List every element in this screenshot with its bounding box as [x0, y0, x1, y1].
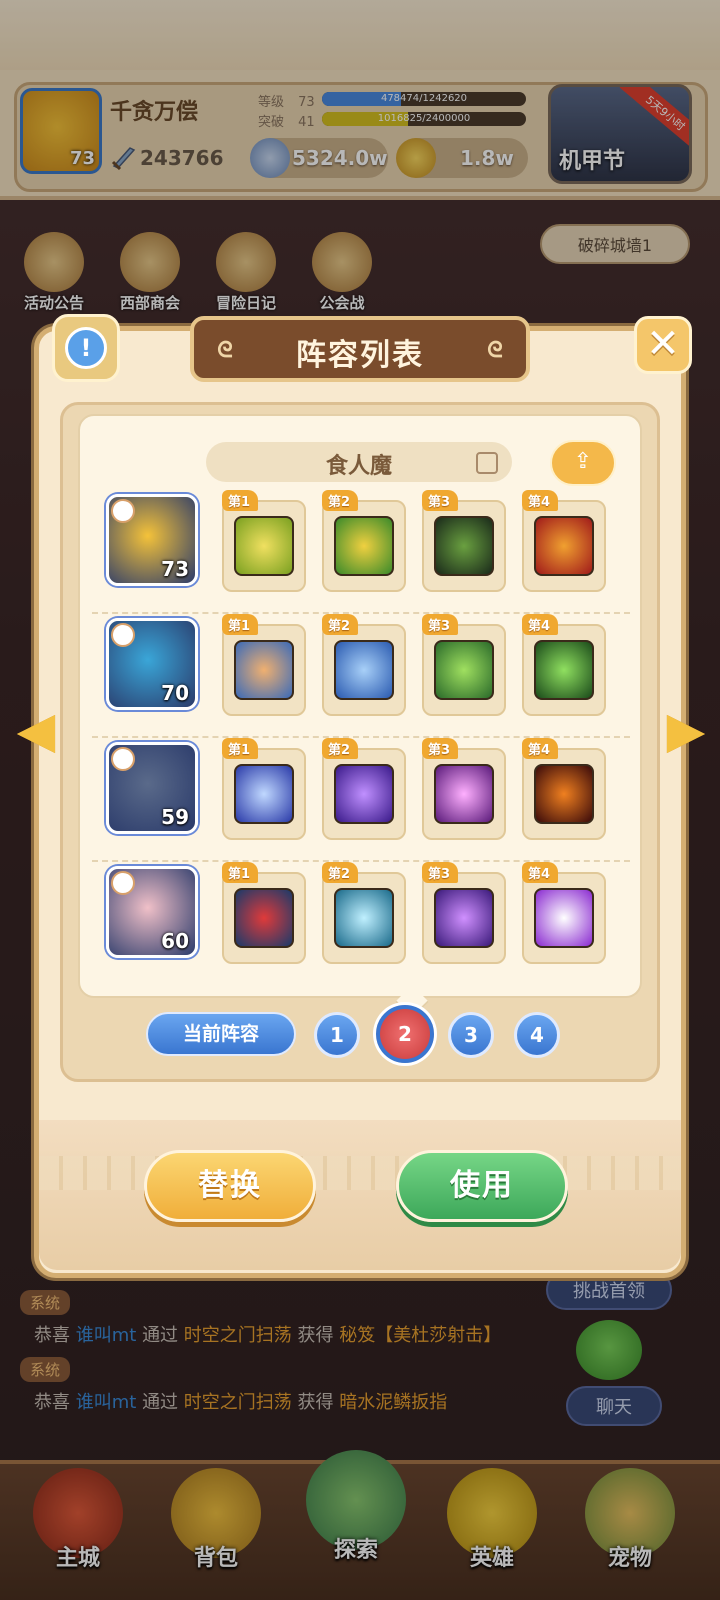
- team-page-4[interactable]: 4: [514, 1012, 560, 1058]
- skill-slot[interactable]: 第2: [322, 614, 406, 716]
- skill-slot[interactable]: 第4: [522, 614, 606, 716]
- team-name: 食人魔: [325, 454, 392, 479]
- dialog-title: 阵容列表: [296, 338, 424, 373]
- skill-slot[interactable]: 第4: [522, 490, 606, 592]
- hero-portrait[interactable]: 70: [106, 618, 198, 710]
- slot-tag: 第1: [222, 738, 259, 759]
- prev-arrow-icon[interactable]: ◀: [14, 700, 58, 760]
- team-row: 60 第1 第2 第3 第4: [92, 862, 630, 982]
- slot-tag: 第4: [522, 738, 559, 759]
- mask-skill-icon: [234, 888, 294, 948]
- beast-skill-icon: [434, 640, 494, 700]
- slot-tag: 第2: [322, 738, 359, 759]
- skill-slot[interactable]: 第2: [322, 738, 406, 840]
- element-badge-icon: [111, 871, 135, 895]
- star-shield-skill-icon: [334, 516, 394, 576]
- slot-tag: 第2: [322, 614, 359, 635]
- slot-tag: 第1: [222, 614, 259, 635]
- hero-portrait[interactable]: 73: [106, 494, 198, 586]
- current-team-button[interactable]: 当前阵容: [146, 1012, 296, 1056]
- slot-tag: 第4: [522, 862, 559, 883]
- skill-slot[interactable]: 第4: [522, 738, 606, 840]
- arcane-rain-skill-icon: [334, 764, 394, 824]
- hero-portrait[interactable]: 59: [106, 742, 198, 834]
- slot-tag: 第4: [522, 614, 559, 635]
- team-page-2[interactable]: 2: [376, 1005, 434, 1063]
- skill-slot[interactable]: 第2: [322, 862, 406, 964]
- skill-slot[interactable]: 第3: [422, 862, 506, 964]
- slot-tag: 第3: [422, 862, 459, 883]
- footer-pattern: [39, 1156, 681, 1190]
- exclamation-icon: !: [65, 327, 107, 369]
- hero-level: 73: [161, 557, 189, 581]
- slot-tag: 第1: [222, 490, 259, 511]
- slot-tag: 第3: [422, 614, 459, 635]
- team-page-1[interactable]: 1: [314, 1012, 360, 1058]
- skill-slot[interactable]: 第3: [422, 490, 506, 592]
- dialog-title-plate: ᘓ 阵容列表 ᘓ: [190, 316, 530, 382]
- curl-right-icon: ᘓ: [487, 338, 503, 363]
- rage-skill-icon: [534, 516, 594, 576]
- share-button[interactable]: ⇪: [550, 440, 616, 486]
- vortex-skill-icon: [434, 888, 494, 948]
- slot-tag: 第1: [222, 862, 259, 883]
- slot-tag: 第3: [422, 490, 459, 511]
- shield-skill-icon: [234, 516, 294, 576]
- skill-slot[interactable]: 第1: [222, 490, 306, 592]
- team-row: 70 第1 第2 第3 第4: [92, 614, 630, 738]
- green-spear-skill-icon: [534, 640, 594, 700]
- dialog-footer: [39, 1120, 681, 1270]
- team-page-3[interactable]: 3: [448, 1012, 494, 1058]
- star-burst-skill-icon: [534, 888, 594, 948]
- team-name-plate[interactable]: 食人魔: [206, 442, 512, 482]
- skill-slot[interactable]: 第3: [422, 614, 506, 716]
- lion-skill-icon: [234, 640, 294, 700]
- paw-skill-icon: [534, 764, 594, 824]
- team-row: 73 第1 第2 第3 第4: [92, 490, 630, 614]
- slot-tag: 第2: [322, 490, 359, 511]
- ice-shard-skill-icon: [234, 764, 294, 824]
- void-burst-skill-icon: [434, 764, 494, 824]
- edit-icon[interactable]: [476, 452, 498, 474]
- team-row: 59 第1 第2 第3 第4: [92, 738, 630, 862]
- hero-level: 60: [161, 929, 189, 953]
- slot-tag: 第2: [322, 862, 359, 883]
- slot-tag: 第4: [522, 490, 559, 511]
- element-badge-icon: [111, 499, 135, 523]
- element-badge-icon: [111, 623, 135, 647]
- use-button[interactable]: 使用: [396, 1150, 568, 1222]
- replace-button[interactable]: 替换: [144, 1150, 316, 1222]
- skill-slot[interactable]: 第4: [522, 862, 606, 964]
- skill-slot[interactable]: 第1: [222, 862, 306, 964]
- dark-warrior-skill-icon: [434, 516, 494, 576]
- frost-staff-skill-icon: [334, 888, 394, 948]
- skill-slot[interactable]: 第1: [222, 738, 306, 840]
- skill-slot[interactable]: 第3: [422, 738, 506, 840]
- hero-level: 70: [161, 681, 189, 705]
- skill-slot[interactable]: 第2: [322, 490, 406, 592]
- next-arrow-icon[interactable]: ▶: [664, 700, 708, 760]
- spear-skill-icon: [334, 640, 394, 700]
- close-button[interactable]: ✕: [634, 316, 692, 374]
- skill-slot[interactable]: 第1: [222, 614, 306, 716]
- element-badge-icon: [111, 747, 135, 771]
- hero-level: 59: [161, 805, 189, 829]
- info-button[interactable]: !: [52, 314, 120, 382]
- share-icon: ⇪: [573, 449, 593, 474]
- hero-portrait[interactable]: 60: [106, 866, 198, 958]
- slot-tag: 第3: [422, 738, 459, 759]
